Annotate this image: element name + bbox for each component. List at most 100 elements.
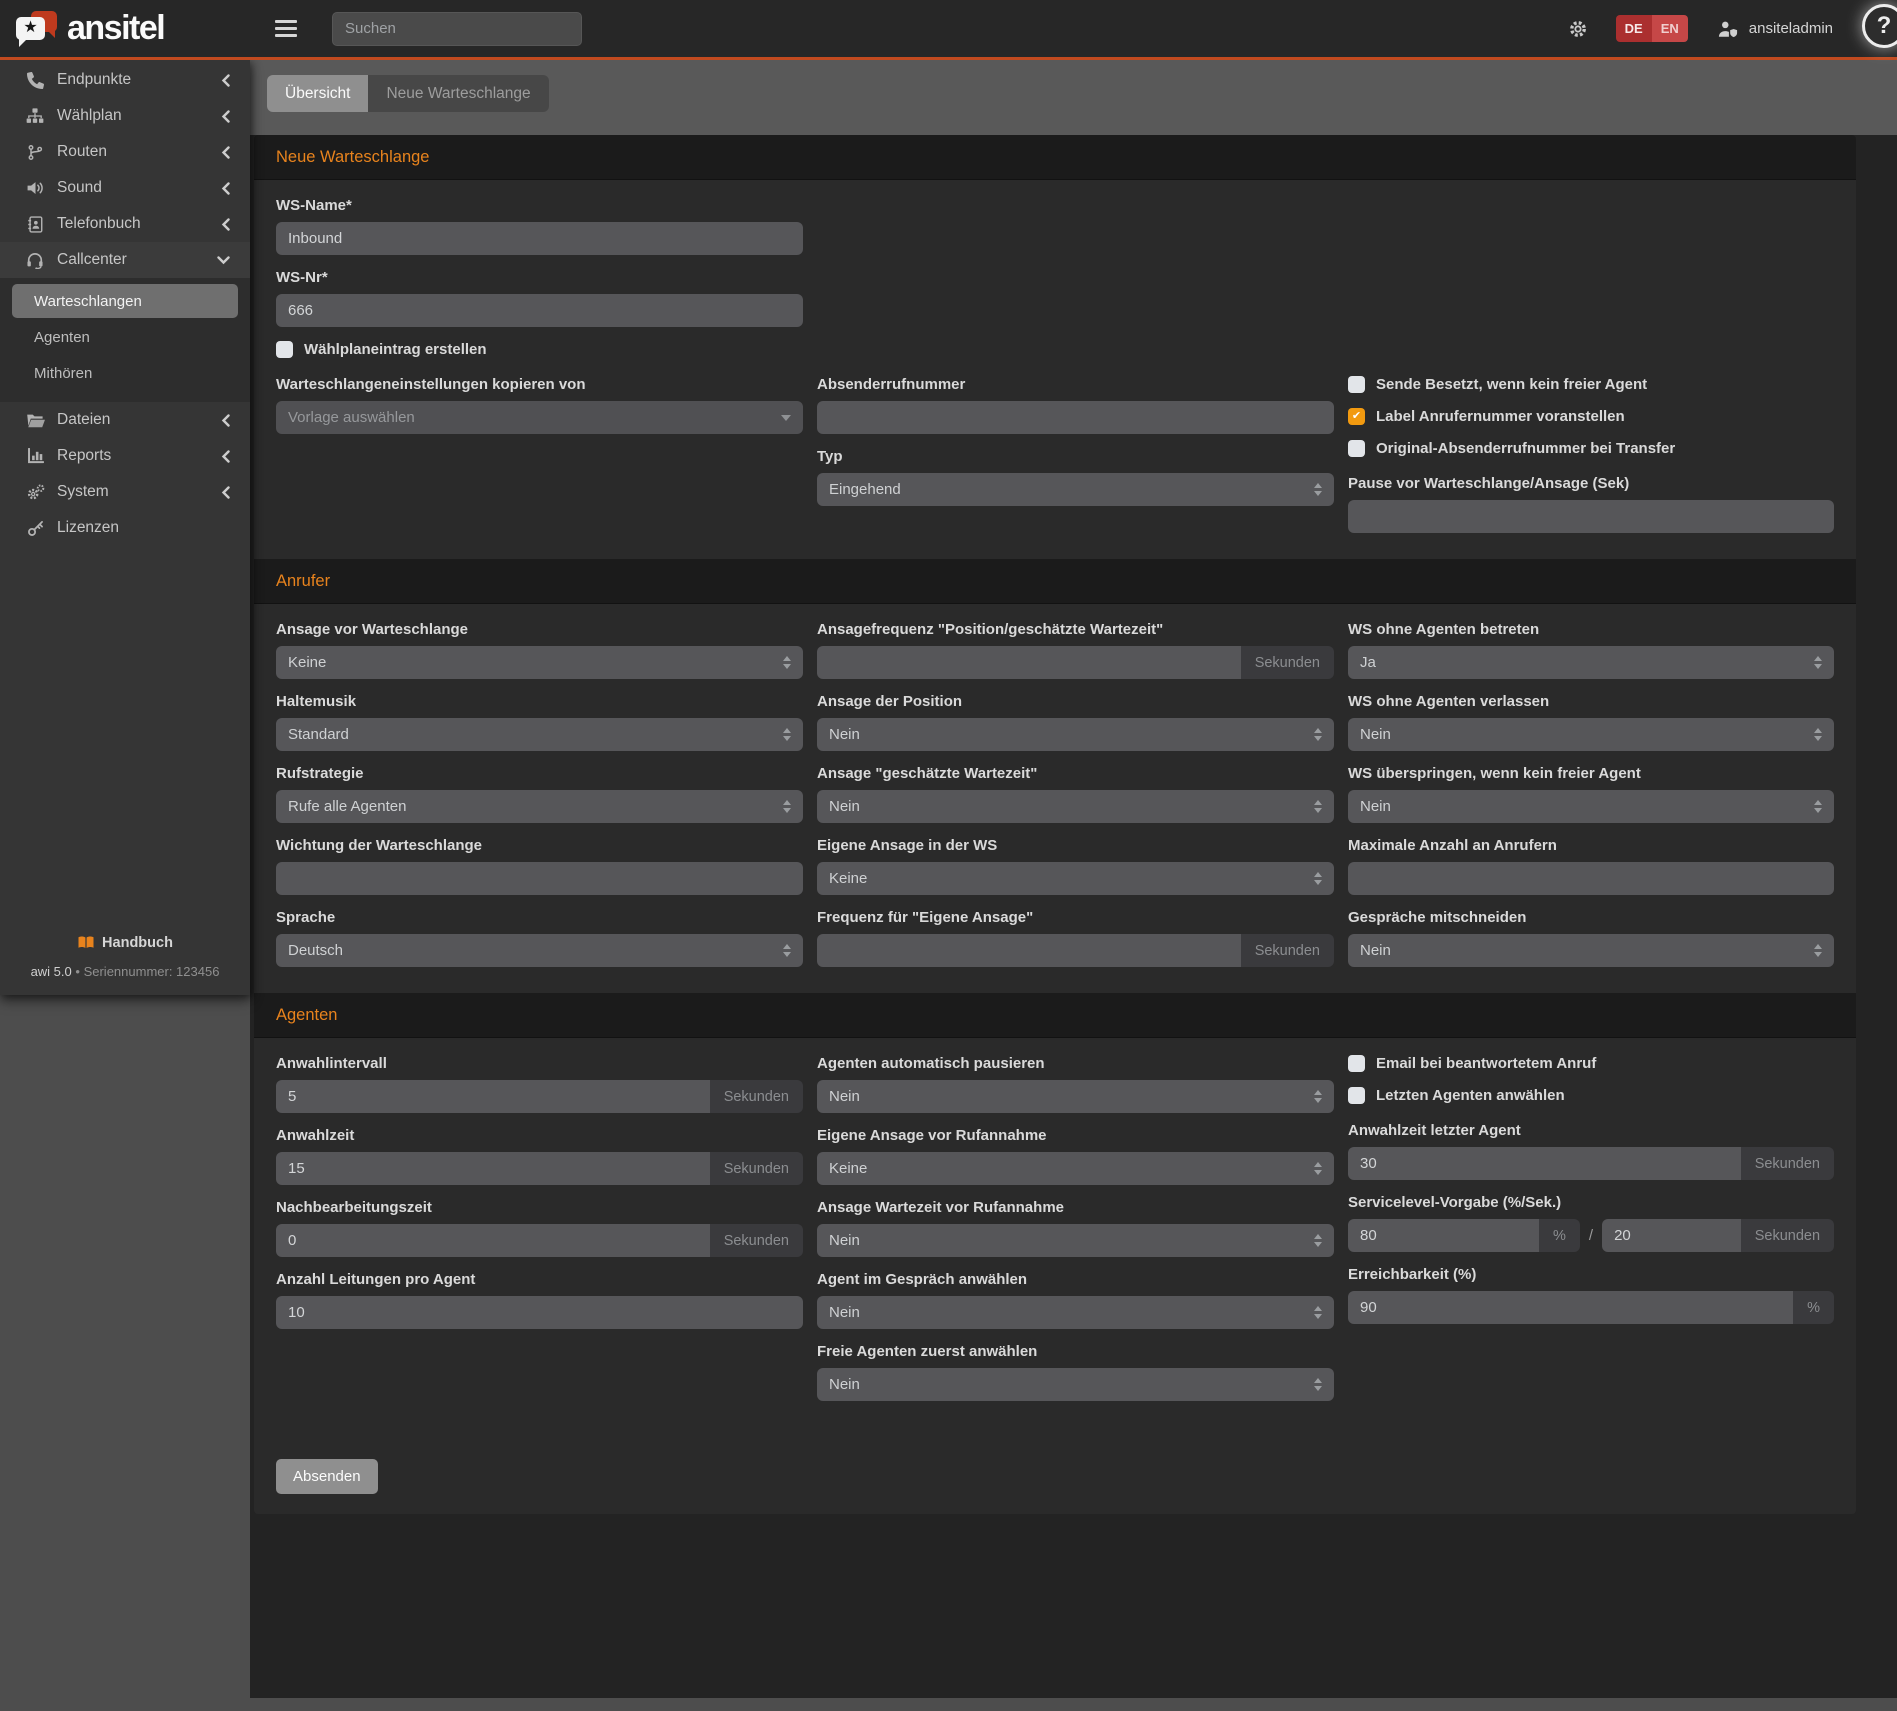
select-value: Nein [829, 726, 860, 743]
sidebar-item-dateien[interactable]: Dateien [0, 402, 250, 438]
chevron-left-icon [221, 218, 230, 231]
anwahlintervall-input[interactable] [276, 1080, 710, 1113]
language-en[interactable]: EN [1652, 15, 1688, 42]
checkbox-box[interactable] [1348, 1087, 1365, 1104]
absenderrufnummer-input[interactable] [817, 401, 1334, 434]
ws-ohne-agenten-verlassen-select[interactable]: Nein [1348, 718, 1834, 751]
sidebar-item-endpunkte[interactable]: Endpunkte [0, 62, 250, 98]
top-navbar: ★ ansitel DE EN [0, 0, 1897, 60]
servicelevel-seconds-input[interactable] [1602, 1219, 1741, 1252]
anwahlzeit-letzter-agent-input[interactable] [1348, 1147, 1741, 1180]
select-spinner-icon [1314, 483, 1322, 496]
label-anrufernummer-checkbox[interactable]: Label Anrufernummer voranstellen [1348, 408, 1834, 425]
tab-neue-warteschlange[interactable]: Neue Warteschlange [368, 75, 548, 112]
pause-input[interactable] [1348, 500, 1834, 533]
percent-unit-addon: % [1539, 1219, 1580, 1252]
sidebar-item-callcenter[interactable]: Callcenter [0, 242, 250, 278]
checkbox-box[interactable] [1348, 408, 1365, 425]
original-absenderrufnummer-checkbox[interactable]: Original-Absenderrufnummer bei Transfer [1348, 440, 1834, 457]
seconds-unit-addon: Sekunden [710, 1224, 803, 1257]
haltemusik-select[interactable]: Standard [276, 718, 803, 751]
language-toggle[interactable]: DE EN [1616, 15, 1688, 42]
anwahlzeit-label: Anwahlzeit [276, 1127, 803, 1144]
handbuch-link[interactable]: Handbuch [77, 935, 173, 951]
select-spinner-icon [1314, 1090, 1322, 1103]
max-anrufer-input[interactable] [1348, 862, 1834, 895]
sidebar-item-waehlplan[interactable]: Wählplan [0, 98, 250, 134]
sidebar-item-label: Lizenzen [57, 519, 230, 537]
sidebar-item-lizenzen[interactable]: Lizenzen [0, 510, 250, 546]
erreichbarkeit-input[interactable] [1348, 1291, 1793, 1324]
gespraeche-mitschneiden-select[interactable]: Nein [1348, 934, 1834, 967]
anwahlzeit-input[interactable] [276, 1152, 710, 1185]
tab-bar: Übersicht Neue Warteschlange [267, 75, 549, 112]
eigene-ansage-ws-select[interactable]: Keine [817, 862, 1334, 895]
agenten-auto-pausieren-select[interactable]: Nein [817, 1080, 1334, 1113]
ansage-vor-ws-label: Ansage vor Warteschlange [276, 621, 803, 638]
ansage-wartezeit-select[interactable]: Nein [817, 790, 1334, 823]
logo-icon: ★ [13, 10, 61, 48]
haltemusik-label: Haltemusik [276, 693, 803, 710]
agent-im-gespraech-select[interactable]: Nein [817, 1296, 1334, 1329]
version-info: awi 5.0 • Seriennummer: 123456 [0, 964, 250, 979]
typ-select[interactable]: Eingehend [817, 473, 1334, 506]
freie-agenten-zuerst-select[interactable]: Nein [817, 1368, 1334, 1401]
sidebar-menu: Endpunkte Wählplan Routen [0, 60, 250, 546]
checkbox-box[interactable] [1348, 376, 1365, 393]
copy-from-select[interactable]: Vorlage auswählen [276, 401, 803, 434]
column-3: Email bei beantwortetem Anruf Letzten Ag… [1348, 1055, 1834, 1415]
seconds-unit-addon: Sekunden [1241, 646, 1334, 679]
tab-uebersicht[interactable]: Übersicht [267, 75, 368, 112]
search-input[interactable] [332, 12, 582, 46]
sende-besetzt-checkbox[interactable]: Sende Besetzt, wenn kein freier Agent [1348, 376, 1834, 393]
sidebar-subitem-warteschlangen[interactable]: Warteschlangen [12, 284, 238, 318]
checkbox-box[interactable] [276, 341, 293, 358]
ws-nr-input[interactable] [276, 294, 803, 327]
agent-im-gespraech-label: Agent im Gespräch anwählen [817, 1271, 1334, 1288]
sidebar-toggle-icon[interactable] [275, 16, 297, 41]
sprache-select[interactable]: Deutsch [276, 934, 803, 967]
sidebar-item-system[interactable]: System [0, 474, 250, 510]
rufstrategie-select[interactable]: Rufe alle Agenten [276, 790, 803, 823]
sidebar-item-reports[interactable]: Reports [0, 438, 250, 474]
anzahl-leitungen-input[interactable] [276, 1296, 803, 1329]
select-value: Nein [1360, 798, 1391, 815]
frequenz-eigene-ansage-input[interactable] [817, 934, 1241, 967]
letzten-agenten-checkbox[interactable]: Letzten Agenten anwählen [1348, 1087, 1834, 1104]
ws-ohne-agenten-verlassen-label: WS ohne Agenten verlassen [1348, 693, 1834, 710]
erreichbarkeit-label: Erreichbarkeit (%) [1348, 1266, 1834, 1283]
ansagefrequenz-input[interactable] [817, 646, 1241, 679]
ansage-vor-ws-select[interactable]: Keine [276, 646, 803, 679]
anwahlintervall-label: Anwahlintervall [276, 1055, 803, 1072]
brand-logo[interactable]: ★ ansitel [0, 0, 250, 57]
ansage-wartezeit-rufannahme-select[interactable]: Nein [817, 1224, 1334, 1257]
sidebar-subitem-agenten[interactable]: Agenten [12, 320, 238, 354]
wahlplaneintrag-checkbox[interactable]: Wählplaneintrag erstellen [276, 341, 1834, 358]
absenden-button[interactable]: Absenden [276, 1459, 378, 1494]
ws-name-input[interactable] [276, 222, 803, 255]
user-menu[interactable]: ansiteladmin [1716, 19, 1833, 39]
language-de[interactable]: DE [1616, 15, 1652, 42]
section-header-neue-warteschlange: Neue Warteschlange [254, 135, 1856, 180]
select-value: Standard [288, 726, 349, 743]
ws-ohne-agenten-betreten-select[interactable]: Ja [1348, 646, 1834, 679]
nachbearbeitungszeit-input[interactable] [276, 1224, 710, 1257]
column-2: Ansagefrequenz "Position/geschätzte Wart… [817, 621, 1334, 981]
wichtung-input[interactable] [276, 862, 803, 895]
column-1: Warteschlangeneinstellungen kopieren von… [276, 376, 803, 547]
ansage-wartezeit-label: Ansage "geschätzte Wartezeit" [817, 765, 1334, 782]
checkbox-box[interactable] [1348, 440, 1365, 457]
ws-ueberspringen-select[interactable]: Nein [1348, 790, 1834, 823]
sidebar-subitem-mithoeren[interactable]: Mithören [12, 356, 238, 390]
sidebar-item-sound[interactable]: Sound [0, 170, 250, 206]
select-spinner-icon [783, 800, 791, 813]
ansage-position-select[interactable]: Nein [817, 718, 1334, 751]
sidebar-item-routen[interactable]: Routen [0, 134, 250, 170]
servicelevel-percent-input[interactable] [1348, 1219, 1539, 1252]
sidebar-item-telefonbuch[interactable]: Telefonbuch [0, 206, 250, 242]
checkbox-box[interactable] [1348, 1055, 1365, 1072]
volume-icon [24, 180, 46, 196]
eigene-ansage-rufannahme-select[interactable]: Keine [817, 1152, 1334, 1185]
email-checkbox[interactable]: Email bei beantwortetem Anruf [1348, 1055, 1834, 1072]
settings-gear-icon[interactable] [1568, 19, 1588, 39]
